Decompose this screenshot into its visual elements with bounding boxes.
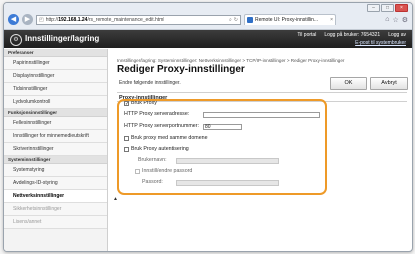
header-links: Til portal Logg på bruker: 7654321 Logg … <box>297 32 406 38</box>
close-icon[interactable]: × <box>395 4 408 12</box>
sidebar-item-printer[interactable]: Skriverinnstillinger <box>4 143 107 156</box>
ok-button[interactable]: OK <box>330 77 367 90</box>
sidebar-item-license[interactable]: Lisens/annet <box>4 216 107 229</box>
sidebar-section-title: Systeminnstillinger <box>4 156 107 164</box>
divider <box>117 92 407 93</box>
home-icon[interactable]: ⌂ <box>385 16 389 24</box>
email-link[interactable]: E-post til systembruker <box>355 40 406 46</box>
forward-button[interactable]: ▶ <box>22 14 33 25</box>
page-title: Rediger Proxy-innstillinger <box>117 64 245 75</box>
refresh-icon[interactable]: ↻ <box>234 17 238 23</box>
browser-nav: ◀ ▶ ◰ http://192.168.1.24/rs_remote_main… <box>8 13 408 26</box>
highlight-frame <box>117 99 327 195</box>
gear-icon[interactable]: ⚙ <box>402 16 408 24</box>
browser-tools: ⌂ ☆ ⚙ <box>385 16 408 24</box>
logout-link[interactable]: Logg av <box>388 32 406 38</box>
to-portal-link[interactable]: Til portal <box>297 32 316 38</box>
window-controls: – □ × <box>367 4 408 12</box>
sidebar-item-department-id[interactable]: Avdelings-ID-styring <box>4 177 107 190</box>
back-button[interactable]: ◀ <box>8 14 19 25</box>
app-title: Innstillinger/lagring <box>25 34 100 43</box>
scroll-top-icon[interactable]: ▲ <box>113 196 118 202</box>
browser-chrome: – □ × ◀ ▶ ◰ http://192.168.1.24/rs_remot… <box>4 3 412 30</box>
sidebar-section-title: Preferanser <box>4 49 107 57</box>
sidebar-item-media-print[interactable]: Innstillinger for minnemedieutskrift <box>4 130 107 143</box>
sidebar-item-system-management[interactable]: Systemstyring <box>4 164 107 177</box>
tab-favicon-icon <box>247 17 253 23</box>
page-icon: ◰ <box>39 16 44 23</box>
sidebar-item-time[interactable]: Tidsinnstillinger <box>4 83 107 96</box>
search-icon[interactable]: ⌕ <box>229 17 232 23</box>
breadcrumb: Innstillinger/lagring: Systeminnstilling… <box>117 58 345 63</box>
sidebar-item-paper[interactable]: Papirinnstillinger <box>4 57 107 70</box>
sidebar-item-volume[interactable]: Lydvolumkontroll <box>4 96 107 109</box>
url-text: http://192.168.1.24/rs_remote_maintenanc… <box>45 16 165 23</box>
cancel-button[interactable]: Avbryt <box>370 77 408 90</box>
sidebar-item-common[interactable]: Fellesinnstillinger <box>4 117 107 130</box>
tab-title: Remote UI: Proxy-innstillin... <box>255 17 319 23</box>
sidebar-item-display[interactable]: Displayinnstillinger <box>4 70 107 83</box>
maximize-icon[interactable]: □ <box>381 4 394 12</box>
star-icon[interactable]: ☆ <box>392 16 398 24</box>
sidebar-item-security[interactable]: Sikkerhetsinnstillinger <box>4 203 107 216</box>
sidebar-section-title: Funksjonsinnstillinger <box>4 109 107 117</box>
sidebar: Preferanser Papirinnstillinger Displayin… <box>4 49 108 251</box>
instruction-text: Endre følgende innstillinger. <box>119 80 181 86</box>
tab-close-icon[interactable]: × <box>330 17 333 23</box>
address-bar[interactable]: ◰ http://192.168.1.24/rs_remote_maintena… <box>36 14 241 25</box>
browser-tab[interactable]: Remote UI: Proxy-innstillin... × <box>244 14 336 25</box>
minimize-icon[interactable]: – <box>367 4 380 12</box>
sidebar-item-network[interactable]: Nettverksinnstillinger <box>4 190 107 203</box>
app-header: ⚙ Innstillinger/lagring Til portal Logg … <box>4 30 412 48</box>
settings-logo-icon: ⚙ <box>10 34 22 46</box>
logged-in-info: Logg på bruker: 7654321 <box>324 32 381 38</box>
